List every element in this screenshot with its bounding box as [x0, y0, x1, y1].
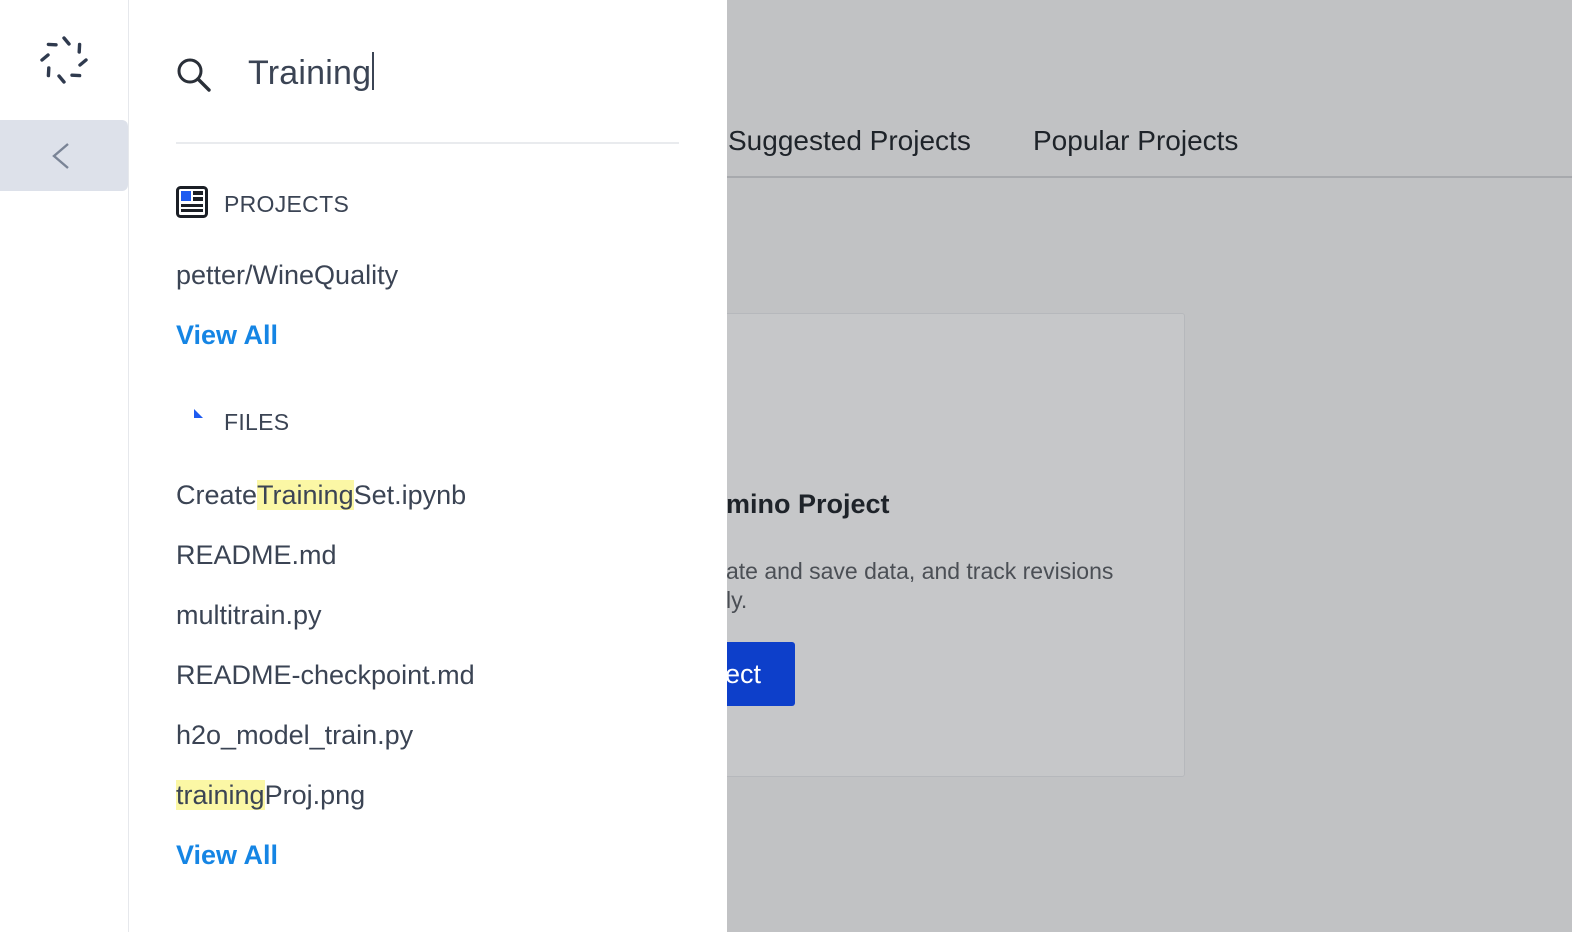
file-name-part: README.md: [176, 540, 337, 570]
projects-view-all-link[interactable]: View All: [176, 320, 278, 351]
match-highlight: training: [176, 780, 265, 810]
tab-suggested-projects[interactable]: Suggested Projects: [728, 125, 971, 157]
project-icon: [176, 186, 208, 223]
file-result-item[interactable]: trainingProj.png: [176, 780, 365, 811]
files-view-all-link[interactable]: View All: [176, 840, 278, 871]
file-result-item[interactable]: README.md: [176, 540, 337, 571]
projects-section-header: PROJECTS: [176, 186, 349, 223]
background-tabs: Suggested Projects Popular Projects: [727, 0, 1572, 178]
file-name-part: Set.ipynb: [353, 480, 467, 510]
files-header-label: FILES: [224, 408, 290, 435]
left-rail: [0, 0, 129, 932]
search-bar: Training: [176, 40, 679, 144]
projects-header-label: PROJECTS: [224, 191, 350, 217]
collapse-sidebar-button[interactable]: [0, 120, 128, 191]
match-highlight: Training: [257, 480, 354, 510]
card-description-line: ate and save data, and track revisions: [726, 558, 1114, 584]
file-name-part: README-checkpoint.md: [176, 660, 475, 690]
tab-popular-projects[interactable]: Popular Projects: [1033, 125, 1238, 157]
chevron-left-icon: [52, 143, 69, 169]
file-name-part: Create: [176, 480, 258, 510]
file-result-item[interactable]: h2o_model_train.py: [176, 720, 413, 751]
search-panel: Training PROJECTS petter/WineQuality Vie…: [129, 0, 727, 932]
text-caret: [372, 52, 375, 90]
create-project-card: mino Project ate and save data, and trac…: [700, 313, 1185, 777]
search-query-text: Training: [248, 54, 372, 92]
file-result-item[interactable]: CreateTrainingSet.ipynb: [176, 480, 466, 511]
card-description: ate and save data, and track revisions l…: [726, 557, 1166, 615]
card-description-line: ly.: [726, 587, 748, 613]
domino-logo-icon[interactable]: [38, 34, 90, 86]
search-icon: [176, 57, 212, 98]
file-name-part: h2o_model_train.py: [176, 720, 414, 750]
file-name-part: Proj.png: [264, 780, 366, 810]
project-result-item[interactable]: petter/WineQuality: [176, 260, 398, 291]
file-name-part: multitrain.py: [176, 600, 322, 630]
file-result-item[interactable]: multitrain.py: [176, 600, 322, 631]
files-section-header: FILES: [176, 406, 289, 438]
card-title: mino Project: [726, 489, 890, 519]
file-result-item[interactable]: README-checkpoint.md: [176, 660, 475, 691]
search-input[interactable]: Training: [248, 52, 375, 93]
file-icon: [176, 406, 208, 438]
